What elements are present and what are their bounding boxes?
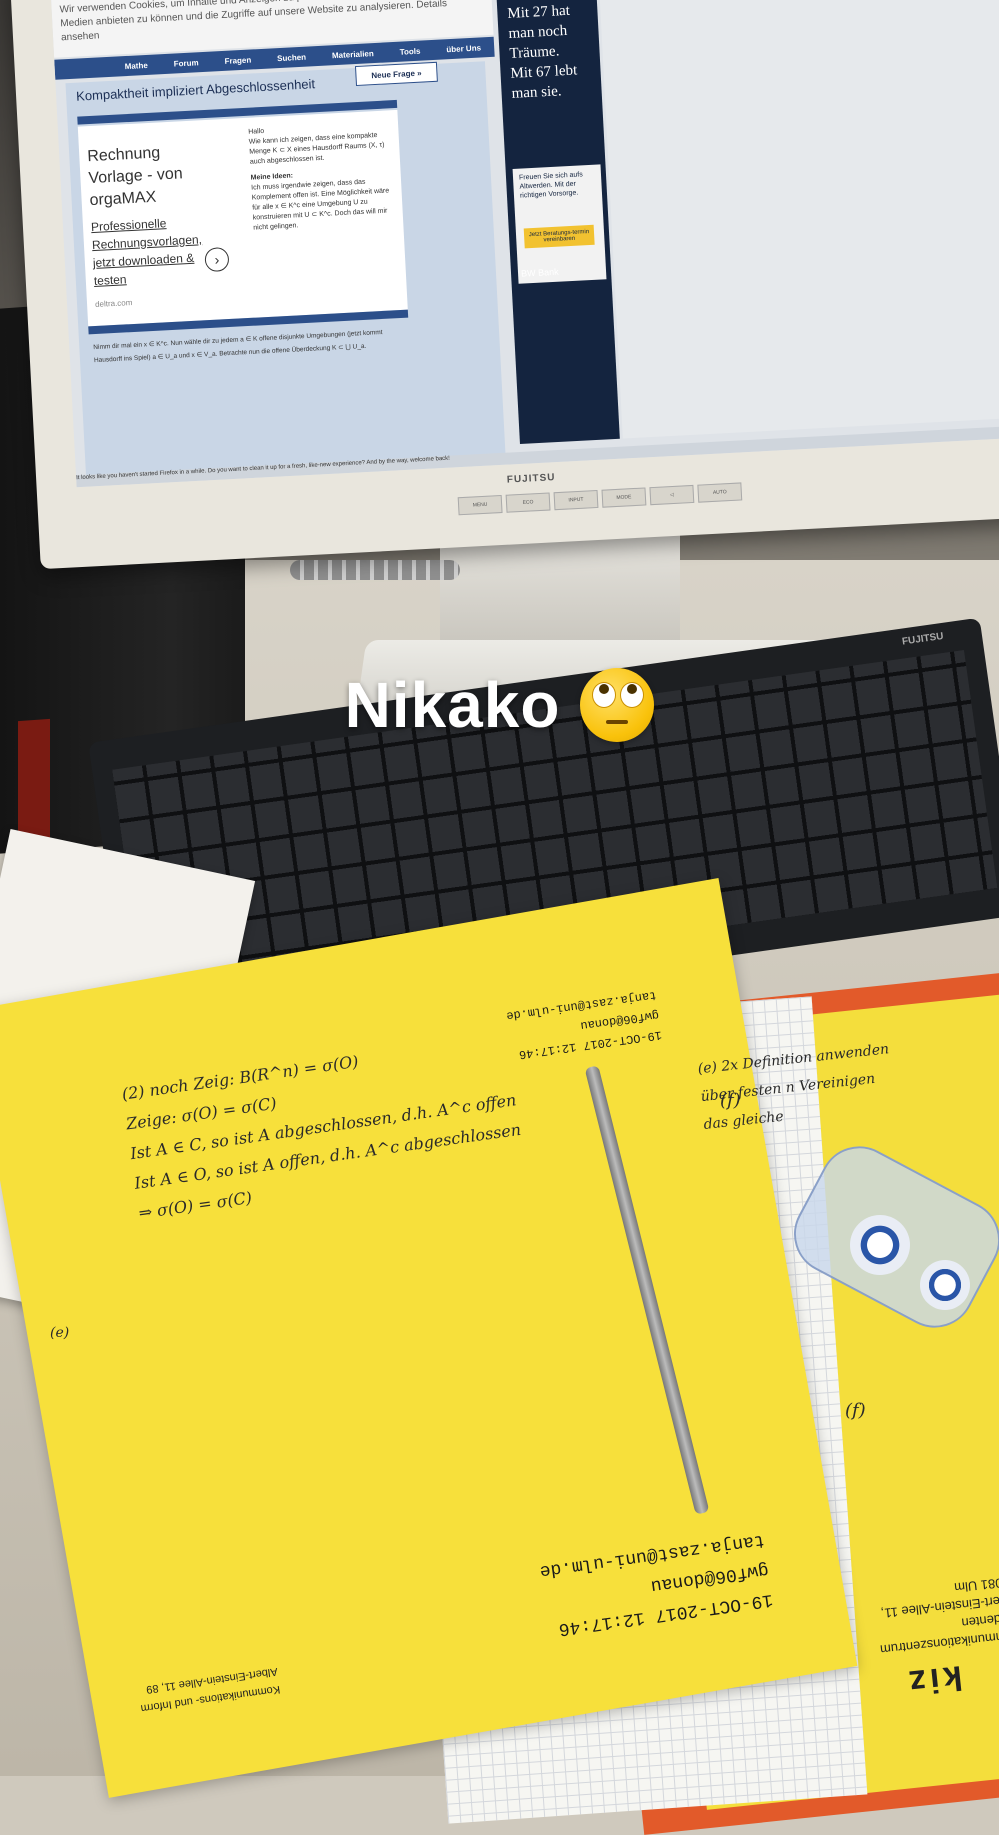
exercise-label: (e)	[50, 1325, 70, 1341]
new-question-button[interactable]: Neue Frage »	[354, 61, 438, 87]
nav-item-mathe[interactable]: Mathe	[124, 60, 148, 70]
caption-text: Nikako	[344, 669, 561, 741]
keyboard-brand-logo: FUJITSU	[901, 630, 945, 648]
nav-item-ueber-uns[interactable]: über Uns	[446, 43, 481, 54]
banner-cta-button[interactable]: Jetzt Beratungs-termin vereinbaren	[523, 224, 595, 249]
monitor-left-button[interactable]: ◁	[649, 484, 695, 506]
nav-item-materialien[interactable]: Materialien	[332, 49, 374, 60]
yellow-paper-main	[0, 878, 858, 1798]
nav-item-forum[interactable]: Forum	[173, 58, 198, 68]
correction-tape-wheel	[920, 1260, 970, 1310]
emoji-mouth-icon	[606, 720, 629, 724]
post-body: Hallo Wie kann ich zeigen, dass eine kom…	[248, 120, 398, 233]
monitor-control-buttons: MENU ECO INPUT MODE ◁ AUTO	[457, 482, 743, 516]
banner-bank-logo: BW Bank	[520, 266, 559, 279]
correction-tape-wheel	[850, 1215, 910, 1275]
nav-item-suchen[interactable]: Suchen	[277, 52, 306, 63]
monitor: Wir verwenden Cookies, um Inhalte und An…	[10, 0, 999, 570]
monitor-menu-button[interactable]: MENU	[457, 494, 503, 516]
blank-page-area	[598, 0, 999, 439]
ad-title[interactable]: Rechnung Vorlage - von orgaMAX	[87, 139, 220, 212]
text-ad[interactable]: Rechnung Vorlage - von orgaMAX Professio…	[87, 139, 224, 309]
banner-card-text: Freuen Sie sich aufs Altwerden. Mit der …	[518, 171, 583, 200]
monitor-mode-button[interactable]: MODE	[601, 487, 647, 508]
security-chain	[290, 560, 460, 580]
nav-item-fragen[interactable]: Fragen	[224, 55, 251, 65]
banner-headline: Mit 27 hat man noch Träume. Mit 67 lebt …	[507, 0, 597, 104]
monitor-input-button[interactable]: INPUT	[553, 489, 599, 511]
story-caption: Nikako	[0, 668, 999, 742]
exercise-label: (f)	[845, 1400, 866, 1421]
nav-item-tools[interactable]: Tools	[399, 46, 420, 56]
monitor-auto-button[interactable]: AUTO	[697, 482, 743, 503]
exercise-label: (f)	[720, 1090, 741, 1111]
monitor-eco-button[interactable]: ECO	[505, 492, 551, 513]
monitor-screen: Wir verwenden Cookies, um Inhalte und An…	[50, 0, 999, 488]
ad-link[interactable]: Professionelle Rechnungsvorlagen, jetzt …	[91, 211, 225, 290]
kiz-logo: kiz	[903, 1658, 965, 1702]
post-ideas-text: Ich muss irgendwie zeigen, dass das Komp…	[251, 178, 390, 232]
post-question: Wie kann ich zeigen, dass eine kompakte …	[248, 131, 385, 166]
emoji-eye-icon	[620, 682, 645, 708]
emoji-eye-icon	[592, 682, 617, 708]
monitor-brand-logo: FUJITSU	[506, 472, 556, 486]
rolling-eyes-emoji-icon	[580, 668, 655, 742]
